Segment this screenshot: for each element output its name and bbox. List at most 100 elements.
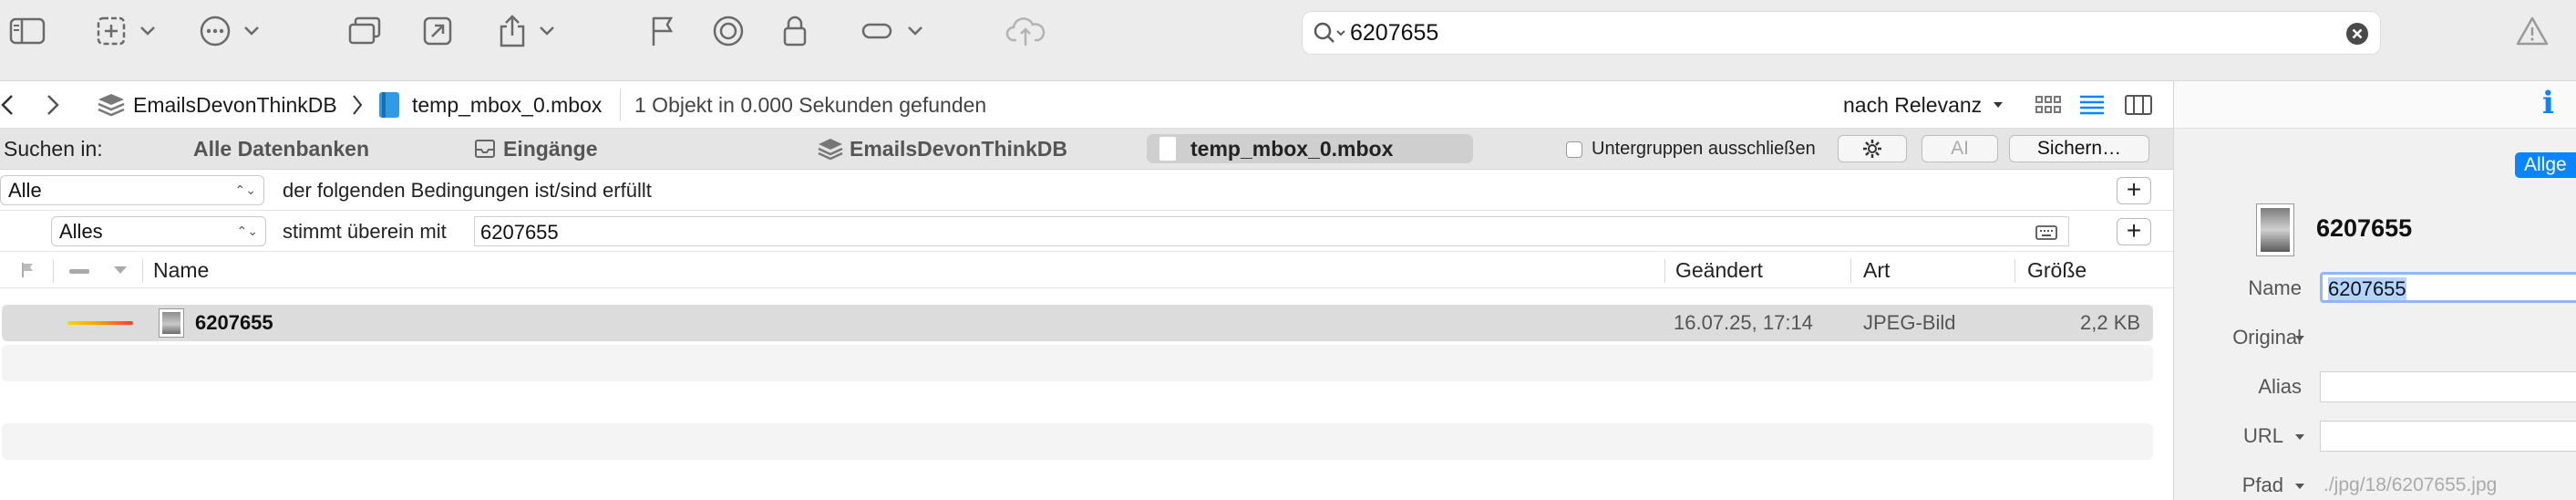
row-size: 2,2 KB	[2080, 311, 2141, 334]
alias-label: Alias	[2258, 375, 2302, 398]
general-tab-button[interactable]: Allge	[2515, 152, 2576, 178]
field-value: Alles	[59, 220, 103, 243]
flag-column-icon[interactable]	[20, 262, 35, 278]
clear-search-icon[interactable]	[2345, 22, 2369, 46]
field-popup[interactable]: Alles ⌃⌄	[51, 216, 266, 246]
table-row[interactable]: 6207655 16.07.25, 17:14 JPEG-Bild 2,2 KB	[2, 305, 2153, 341]
url-label: URL	[2242, 424, 2283, 447]
scope-label: Suchen in:	[4, 137, 103, 161]
document-icon	[1159, 137, 1176, 161]
mbox-group-icon	[377, 90, 401, 120]
cloud-upload-icon[interactable]	[1005, 15, 1046, 47]
name-field-value: 6207655	[2328, 277, 2406, 300]
breadcrumb-group[interactable]: temp_mbox_0.mbox	[412, 81, 602, 129]
original-label: Original	[2232, 326, 2302, 349]
row-kind: JPEG-Bild	[1863, 311, 1956, 334]
flag-icon[interactable]	[647, 15, 676, 47]
keyboard-icon[interactable]	[2035, 225, 2057, 240]
label-icon[interactable]	[860, 15, 893, 47]
search-field[interactable]: 6207655	[1302, 11, 2381, 55]
toolbar: 6207655	[0, 0, 2576, 81]
share-icon[interactable]	[498, 15, 527, 47]
save-button[interactable]: Sichern…	[2009, 135, 2149, 162]
column-view-icon[interactable]	[2124, 94, 2153, 116]
column-header-size[interactable]: Größe	[2027, 252, 2087, 288]
path-label: Pfad	[2241, 474, 2283, 496]
lock-icon[interactable]	[780, 15, 809, 47]
search-scope-bar: Suchen in: Alle Datenbanken Eingänge Ema…	[0, 129, 2173, 170]
scope-all-databases[interactable]: Alle Datenbanken	[193, 129, 369, 170]
table-header: Name Geändert Art Größe	[0, 252, 2173, 288]
row-name: 6207655	[195, 311, 273, 334]
alias-field[interactable]	[2320, 371, 2576, 402]
scope-database[interactable]: EmailsDevonThinkDB	[850, 129, 1067, 170]
path-bar: EmailsDevonThinkDB temp_mbox_0.mbox 1 Ob…	[0, 81, 2173, 129]
label-color-bar	[67, 321, 133, 325]
divider	[620, 89, 621, 121]
column-separator	[2014, 259, 2015, 283]
label-column-icon[interactable]	[69, 269, 89, 274]
more-icon[interactable]	[197, 15, 233, 47]
name-label: Name	[2248, 276, 2302, 299]
column-header-modified[interactable]: Geändert	[1675, 252, 1763, 288]
chevron-down-icon[interactable]	[904, 15, 926, 47]
column-header-name[interactable]: Name	[153, 252, 209, 288]
inspector-header: i	[2174, 81, 2576, 129]
image-thumbnail-icon	[159, 308, 184, 338]
column-separator	[142, 259, 143, 283]
sidebar-icon[interactable]	[7, 15, 47, 47]
image-preview-thumbnail	[2256, 203, 2294, 256]
new-item-icon[interactable]	[95, 15, 128, 47]
breadcrumb-database[interactable]: EmailsDevonThinkDB	[133, 81, 337, 129]
caret-down-icon[interactable]	[1993, 101, 2004, 109]
list-view-icon[interactable]	[2078, 94, 2106, 116]
column-separator	[53, 259, 54, 283]
inspector-title: 6207655	[2316, 214, 2413, 242]
match-mode-popup[interactable]: Alle ⌃⌄	[0, 175, 264, 205]
chevron-down-icon[interactable]	[137, 15, 159, 47]
name-field[interactable]: 6207655	[2320, 272, 2576, 303]
add-condition-button[interactable]: +	[2117, 177, 2151, 204]
column-header-kind[interactable]: Art	[1863, 252, 1890, 288]
ai-button[interactable]: AI	[1922, 135, 1998, 162]
open-external-icon[interactable]	[421, 15, 454, 47]
column-separator	[1664, 259, 1665, 283]
path-value: ./jpg/18/6207655.jpg	[2324, 474, 2498, 495]
database-icon	[97, 92, 126, 118]
condition-row-criterion: Alles ⌃⌄ stimmt überein mit 6207655 +	[0, 211, 2173, 252]
chevron-down-icon[interactable]	[241, 15, 263, 47]
condition-value-input[interactable]: 6207655	[474, 216, 2069, 246]
inbox-icon	[474, 139, 496, 159]
add-criterion-button[interactable]: +	[2117, 218, 2151, 245]
condition-value: 6207655	[480, 221, 559, 244]
icon-view-icon[interactable]	[2035, 94, 2062, 116]
url-field[interactable]	[2320, 421, 2576, 452]
exclude-subgroups-label: Untergruppen ausschließen	[1592, 139, 1816, 159]
scope-inbox[interactable]: Eingänge	[503, 129, 598, 170]
status-text: 1 Objekt in 0.000 Sekunden gefunden	[634, 93, 987, 117]
warning-icon[interactable]	[2514, 15, 2550, 47]
info-icon[interactable]: i	[2542, 85, 2554, 121]
back-icon[interactable]	[0, 94, 15, 116]
chevron-down-icon[interactable]	[536, 15, 558, 47]
search-input[interactable]: 6207655	[1350, 12, 1438, 54]
mark-circle-icon[interactable]	[711, 15, 746, 47]
scope-group-label: temp_mbox_0.mbox	[1190, 137, 1394, 161]
caret-down-icon[interactable]	[2294, 483, 2305, 490]
caret-down-icon[interactable]	[2294, 433, 2305, 441]
sort-caret-icon[interactable]	[113, 266, 128, 275]
breadcrumb-separator-icon	[352, 94, 363, 116]
match-mode-value: Alle	[8, 179, 42, 202]
forward-icon[interactable]	[46, 94, 60, 116]
search-icon[interactable]	[1312, 20, 1348, 46]
match-description: der folgenden Bedingungen ist/sind erfül…	[283, 179, 652, 202]
scope-group-selected[interactable]: temp_mbox_0.mbox	[1147, 134, 1473, 163]
caret-down-icon[interactable]	[2294, 335, 2305, 342]
exclude-subgroups-checkbox[interactable]	[1566, 141, 1582, 158]
stepper-arrows-icon: ⌃⌄	[234, 182, 256, 197]
stepper-arrows-icon: ⌃⌄	[236, 224, 258, 238]
settings-button[interactable]	[1838, 135, 1907, 162]
inspector-panel: i Allge 6207655 Name 6207655 Original Al…	[2173, 81, 2576, 500]
windows-icon[interactable]	[345, 15, 385, 47]
sort-popup[interactable]: nach Relevanz	[1843, 81, 1982, 129]
